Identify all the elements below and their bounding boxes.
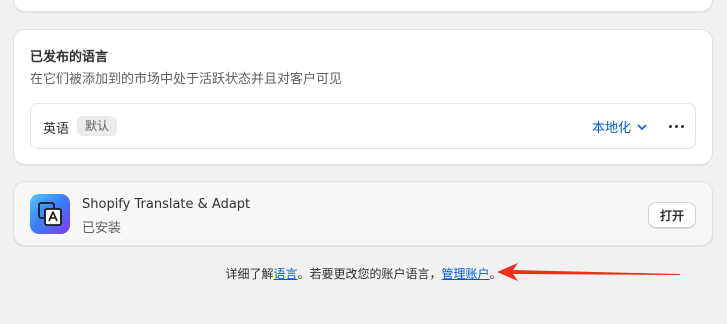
section-title: 已发布的语言 — [30, 50, 109, 65]
chevron-down-icon — [637, 124, 647, 130]
default-badge: 默认 — [77, 116, 118, 136]
open-app-button[interactable]: 打开 — [648, 202, 696, 228]
app-name: Shopify Translate & Adapt — [82, 197, 251, 212]
footer-middle: 。若要更改您的账户语言， — [297, 267, 442, 281]
languages-link[interactable]: 语言 — [273, 267, 297, 281]
footer-prefix: 详细了解 — [225, 267, 274, 281]
language-row: 英语 默认 本地化 — [30, 103, 696, 149]
localize-button[interactable]: 本地化 — [592, 117, 647, 136]
app-status: 已安装 — [82, 221, 122, 236]
published-languages-card: 已发布的语言 在它们被添加到的市场中处于活跃状态并且对客户可见 英语 默认 本地… — [13, 29, 713, 165]
localize-label: 本地化 — [592, 121, 632, 136]
more-dot — [674, 124, 678, 128]
more-dots-icon — [668, 124, 672, 128]
manage-account-link[interactable]: 管理账户 — [442, 267, 490, 281]
more-dot — [680, 124, 684, 128]
annotation-arrow-icon — [497, 263, 680, 281]
translate-app-card: Shopify Translate & Adapt 已安装 打开 — [13, 181, 713, 246]
more-actions-button[interactable] — [664, 113, 688, 139]
translate-app-icon — [30, 194, 70, 234]
language-name: 英语 — [43, 122, 70, 137]
previous-card — [13, 0, 713, 12]
section-subtitle: 在它们被添加到的市场中处于活跃状态并且对客户可见 — [30, 72, 343, 87]
